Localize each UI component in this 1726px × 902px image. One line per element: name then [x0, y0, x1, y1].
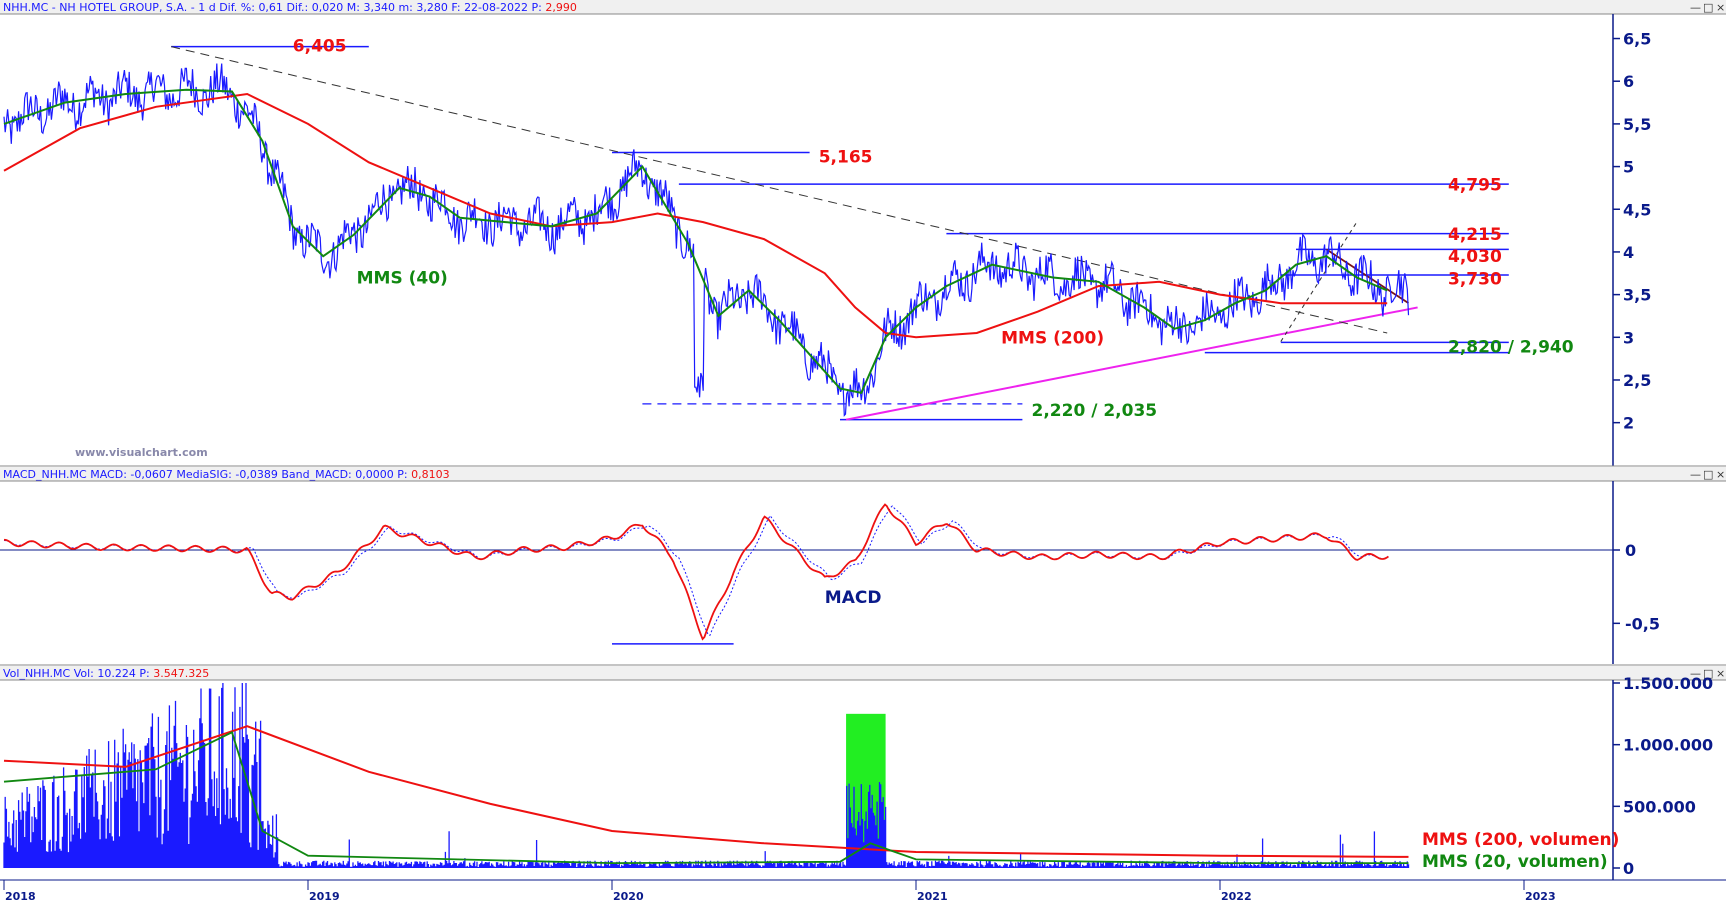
y-tick-label: 2,5: [1623, 371, 1651, 390]
y-tick-label: 4: [1623, 243, 1634, 262]
minimize-icon[interactable]: —: [1690, 468, 1701, 481]
y-tick-label: 6,5: [1623, 30, 1651, 49]
y-tick-label: 3,5: [1623, 286, 1651, 305]
minimize-icon[interactable]: —: [1690, 1, 1701, 14]
resistance-trendline: [171, 46, 1388, 334]
price-line: [3, 63, 1410, 417]
volume-mms200-label: MMS (200, volumen): [1422, 830, 1619, 850]
annotation-label: 6,405: [293, 36, 347, 56]
macd-window-controls[interactable]: — □ ×: [1690, 468, 1725, 481]
annotation-label: 4,030: [1448, 247, 1502, 267]
volume-bars: [3, 683, 1410, 868]
annotation-label: MMS (40): [357, 269, 448, 289]
close-icon[interactable]: ×: [1716, 1, 1725, 14]
x-tick-label: 2019: [309, 890, 340, 902]
x-tick-label: 2018: [5, 890, 36, 902]
mms40-line: [3, 88, 1388, 394]
maximize-icon[interactable]: □: [1703, 1, 1713, 14]
y-tick-label: 3: [1623, 328, 1634, 347]
x-tick-label: 2021: [917, 890, 948, 902]
macd-panel: MACD_NHH.MC MACD: -0,0607 MediaSIG: -0,0…: [0, 467, 1726, 666]
y-tick-label: -0,5: [1625, 614, 1660, 633]
annotation-label: 2,220 / 2,035: [1032, 401, 1158, 421]
volume-panel-header: Vol_NHH.MC Vol: 10.224 P: 3.547.325: [3, 667, 209, 680]
volume-y-axis: 0 500.000 1.000.000 1.500.000: [1613, 674, 1713, 878]
mms200-line: [3, 92, 1388, 339]
close-icon[interactable]: ×: [1716, 468, 1725, 481]
annotation-label: 5,165: [819, 147, 873, 167]
x-tick-label: 2020: [613, 890, 644, 902]
macd-label: MACD: [825, 588, 882, 608]
watermark: www.visualchart.com: [75, 446, 208, 459]
price-y-axis: 2 2,5 3 3,5 4 4,5 5 5,5 6 6,5: [1613, 30, 1651, 433]
volume-mms20-label: MMS (20, volumen): [1422, 852, 1608, 872]
y-tick-label: 500.000: [1623, 797, 1696, 816]
macd-signal-line: [3, 505, 1389, 637]
x-tick-label: 2022: [1221, 890, 1252, 902]
y-tick-label: 1.500.000: [1623, 674, 1713, 693]
macd-line: [3, 503, 1389, 641]
macd-y-axis: 0 -0,5: [1613, 541, 1660, 633]
price-panel: NHH.MC - NH HOTEL GROUP, S.A. - 1 d Dif.…: [0, 0, 1726, 467]
y-tick-label: 6: [1623, 72, 1634, 91]
maximize-icon[interactable]: □: [1703, 468, 1713, 481]
close-icon[interactable]: ×: [1716, 667, 1725, 680]
chart-canvas: NHH.MC - NH HOTEL GROUP, S.A. - 1 d Dif.…: [0, 0, 1726, 902]
x-tick-label: 2023: [1525, 890, 1556, 902]
annotation-label: 4,215: [1448, 225, 1502, 245]
y-tick-label: 5: [1623, 158, 1634, 177]
y-tick-label: 2: [1623, 414, 1634, 433]
annotation-label: 4,795: [1448, 175, 1502, 195]
y-tick-label: 1.000.000: [1623, 736, 1713, 755]
annotation-label: 2,820 / 2,940: [1448, 338, 1574, 358]
y-tick-label: 5,5: [1623, 115, 1651, 134]
price-window-controls[interactable]: — □ ×: [1690, 1, 1725, 14]
y-tick-label: 4,5: [1623, 200, 1651, 219]
x-axis: 2018 2019 2020 2021 2022 2023: [0, 879, 1726, 902]
macd-panel-header: MACD_NHH.MC MACD: -0,0607 MediaSIG: -0,0…: [3, 468, 450, 481]
annotation-label: 3,730: [1448, 269, 1502, 289]
price-panel-header: NHH.MC - NH HOTEL GROUP, S.A. - 1 d Dif.…: [3, 1, 577, 14]
y-tick-label: 0: [1625, 541, 1636, 560]
annotation-label: MMS (200): [1001, 328, 1104, 348]
y-tick-label: 0: [1623, 859, 1634, 878]
volume-panel: Vol_NHH.MC Vol: 10.224 P: 3.547.325 — □ × …: [0, 666, 1726, 880]
